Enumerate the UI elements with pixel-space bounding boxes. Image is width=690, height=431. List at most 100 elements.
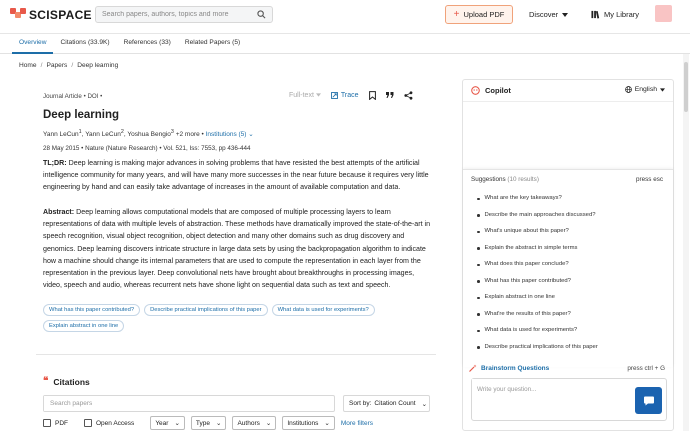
- pub-venue[interactable]: Nature (Nature Research) •: [85, 145, 161, 152]
- author-list: Yann LeCun1, Yann LeCun2, Yoshua Bengio3…: [43, 129, 254, 139]
- tab-related-papers[interactable]: Related Papers (5): [178, 34, 247, 54]
- trace-icon: [330, 92, 338, 99]
- question-box: [471, 378, 667, 421]
- bullet: [477, 296, 480, 299]
- question-chip[interactable]: Explain abstract in one line: [43, 320, 125, 332]
- bullet: [477, 313, 480, 316]
- send-button[interactable]: [635, 387, 662, 414]
- authors-filter-dropdown[interactable]: Authors ⌄: [232, 416, 277, 430]
- fulltext-dropdown[interactable]: Full-text: [289, 92, 321, 99]
- suggestion-item[interactable]: What are the key takeaways?: [477, 195, 598, 212]
- brainstorm-label: Brainstorm Questions: [481, 364, 550, 372]
- type-filter-dropdown[interactable]: Type ⌄: [190, 416, 227, 430]
- suggestion-item[interactable]: Explain abstract in one line: [477, 294, 598, 311]
- page-scrollbar[interactable]: [683, 54, 689, 431]
- suggestions-popup: Suggestions (10 results) press esc What …: [463, 169, 673, 367]
- question-input[interactable]: [472, 379, 632, 409]
- open-access-checkbox[interactable]: Open Access: [84, 419, 134, 427]
- breadcrumb-home[interactable]: Home: [19, 62, 37, 69]
- suggestion-text: Explain the abstract in simple terms: [484, 244, 578, 251]
- author-name[interactable]: Yann LeCun: [43, 131, 79, 138]
- upload-pdf-button[interactable]: + Upload PDF: [445, 5, 513, 24]
- copilot-header: Copilot English: [463, 80, 673, 102]
- citations-title: Citations: [53, 376, 90, 387]
- scrollbar-thumb[interactable]: [684, 62, 688, 112]
- filter-label: Type: [195, 419, 210, 427]
- copilot-panel: Copilot English Suggestions (10 results)…: [462, 79, 674, 431]
- bullet: [477, 263, 480, 266]
- brainstorm-questions-button[interactable]: Brainstorm Questions: [469, 364, 549, 372]
- suggestion-item[interactable]: What data is used for experiments?: [477, 327, 598, 344]
- trace-label: Trace: [340, 92, 359, 99]
- tab-citations[interactable]: Citations (33.9K): [53, 34, 116, 54]
- user-avatar[interactable]: [655, 5, 672, 22]
- suggestion-item[interactable]: Describe practical implications of this …: [477, 344, 598, 361]
- suggestion-text: Describe practical implications of this …: [484, 343, 598, 350]
- citations-search-box[interactable]: [43, 395, 335, 412]
- discover-menu[interactable]: Discover: [529, 10, 569, 19]
- question-chip[interactable]: What data is used for experiments?: [271, 304, 375, 316]
- question-chips: What has this paper contributed? Describ…: [43, 304, 435, 332]
- checkbox-box[interactable]: [43, 419, 51, 427]
- suggestion-item[interactable]: What's unique about this paper?: [477, 228, 598, 245]
- share-icon[interactable]: [403, 91, 413, 100]
- my-library-label: My Library: [604, 10, 640, 19]
- library-icon: [591, 10, 600, 19]
- citations-search-input[interactable]: [44, 396, 324, 411]
- global-search-input[interactable]: [96, 7, 246, 22]
- suggestion-text: What's unique about this paper?: [484, 228, 569, 234]
- more-filters-link[interactable]: More filters: [341, 420, 373, 427]
- my-library-link[interactable]: My Library: [591, 10, 639, 19]
- institutions-filter-dropdown[interactable]: Institutions ⌄: [282, 416, 335, 430]
- breadcrumb: Home / Papers / Deep learning: [19, 62, 118, 69]
- section-divider: [36, 354, 436, 355]
- logo-icon: [10, 8, 26, 22]
- chat-bubble-icon: [643, 396, 654, 405]
- chevron-down-icon: ⌄: [421, 400, 428, 408]
- language-dropdown[interactable]: English: [624, 86, 665, 93]
- publication-info: 28 May 2015 • Nature (Nature Research) •…: [43, 145, 250, 152]
- author-name[interactable]: Yann LeCun: [85, 131, 121, 138]
- checkbox-box[interactable]: [84, 419, 92, 427]
- tab-references[interactable]: References (33): [117, 34, 178, 54]
- global-search-box[interactable]: [95, 6, 273, 23]
- question-chip[interactable]: What has this paper contributed?: [43, 304, 141, 316]
- sort-by-prefix: Sort by:: [349, 400, 372, 407]
- suggestion-item[interactable]: What has this paper contributed?: [477, 278, 598, 295]
- sort-by-dropdown[interactable]: Sort by: Citation Count ⌄: [343, 395, 430, 412]
- caret-down-icon: [660, 87, 665, 92]
- institutions-dropdown[interactable]: Institutions (5) ⌄: [206, 131, 254, 138]
- more-authors[interactable]: +2 more •: [176, 131, 204, 138]
- author-name[interactable]: Yoshua Bengio: [127, 131, 171, 138]
- bullet: [477, 247, 480, 250]
- breadcrumb-papers[interactable]: Papers: [46, 62, 67, 69]
- suggestion-item[interactable]: Describe the main approaches discussed?: [477, 212, 598, 229]
- cite-quote-icon[interactable]: [385, 92, 394, 99]
- tab-overview[interactable]: Overview: [12, 34, 54, 54]
- trace-button[interactable]: Trace: [330, 92, 359, 99]
- suggestion-item[interactable]: What does this paper conclude?: [477, 261, 598, 278]
- suggestion-text: Explain abstract in one line: [484, 294, 555, 300]
- bullet: [477, 346, 480, 349]
- tldr-label: TL;DR:: [43, 159, 67, 167]
- abstract-label: Abstract:: [43, 208, 75, 216]
- tldr-text: Deep learning is making major advances i…: [43, 159, 429, 192]
- year-filter-dropdown[interactable]: Year ⌄: [150, 416, 185, 430]
- suggestion-text: What data is used for experiments?: [484, 327, 578, 333]
- question-chip[interactable]: Describe practical implications of this …: [144, 304, 268, 316]
- magic-wand-icon: [469, 364, 477, 372]
- sort-by-value: Citation Count: [374, 400, 416, 407]
- scispace-logo[interactable]: SCISPACE: [10, 8, 92, 22]
- citation-filters: PDF Open Access Year ⌄ Type ⌄ Authors ⌄ Ins…: [43, 416, 373, 430]
- press-ctrl-hint: press ctrl + G: [627, 365, 665, 372]
- pdf-checkbox[interactable]: PDF: [43, 419, 68, 427]
- suggestion-item[interactable]: What're the results of this paper?: [477, 311, 598, 328]
- search-icon[interactable]: [257, 10, 266, 19]
- suggestion-item[interactable]: Explain the abstract in simple terms: [477, 245, 598, 262]
- language-label: English: [634, 86, 657, 93]
- globe-icon: [624, 86, 632, 93]
- bullet: [477, 280, 480, 283]
- author-index: 1: [78, 129, 82, 135]
- suggestions-label: Suggestions: [471, 176, 506, 183]
- bookmark-icon[interactable]: [368, 91, 376, 100]
